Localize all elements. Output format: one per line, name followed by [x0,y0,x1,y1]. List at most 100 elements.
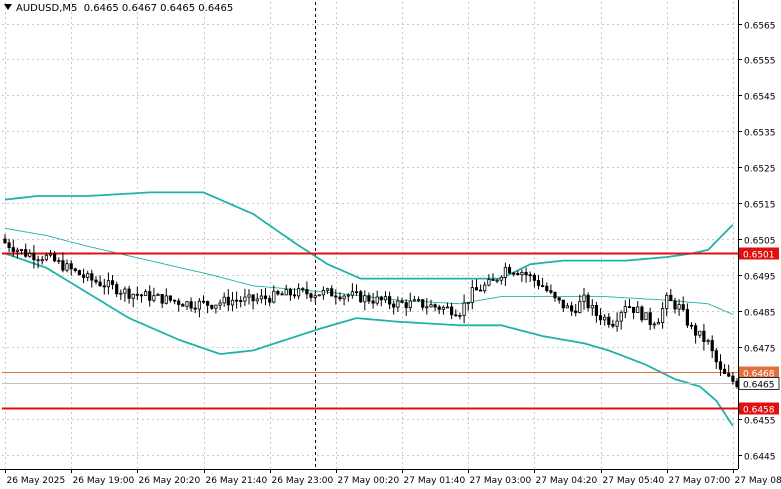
price-axis: 0.6565 0.6555 0.6545 0.6535 0.6525 0.6515 0.65… [738,22,780,463]
candle-body-up [458,314,462,317]
candle [392,300,396,315]
x-tick-label: 27 May 04:20 [536,476,598,486]
candle-body-up [19,249,24,252]
candle-body-down [421,299,425,308]
chart-frame [0,0,739,470]
candle [578,294,582,314]
candle-body-up [396,300,400,308]
candle-body-down [288,289,293,296]
candle [82,268,86,284]
candle [123,286,127,302]
candle-body-up [520,271,524,276]
candle-body-up [57,260,61,263]
candle-body-down [723,368,727,374]
x-tick-label: 27 May 08:20 [735,476,781,486]
candle [735,378,739,389]
time-axis: 26 May 2025 26 May 19:00 26 May 20:20 26 Ma… [5,469,781,486]
x-tick-label: 26 May 2025 [7,476,66,486]
candle [429,299,433,308]
candle-body-down [640,306,644,321]
candle-body-down [536,279,541,286]
candle [727,364,731,378]
candle [135,286,139,301]
candle [524,267,528,283]
y-tick-label: 0.6485 [744,309,776,319]
candle [98,275,102,287]
candle-body-down [115,284,119,295]
y-tick-label: 0.6555 [744,57,776,67]
candle [433,303,437,312]
candle [272,285,276,304]
candle-body-down [507,267,512,274]
candle [222,292,226,307]
candle [565,302,570,309]
candle [214,304,218,314]
candle [603,314,607,326]
candle [594,301,599,323]
y-tick-label: 0.6475 [744,345,776,355]
candle [627,299,632,309]
candle [301,287,305,293]
candle [330,285,334,297]
candle [470,280,474,310]
candle-body-down [305,288,309,295]
candle-body-up [259,295,264,300]
candle [247,289,251,305]
y-tick-label: 0.6565 [744,22,776,32]
candle [474,279,479,291]
candle [152,287,156,303]
candle [276,289,280,296]
candle [69,260,73,276]
candle [383,291,388,303]
candle [313,292,317,302]
candle [263,288,268,306]
candle [574,303,578,317]
candle-body-down [77,270,81,276]
candle-body-down [574,310,578,314]
candle-body-down [735,380,739,387]
candle [181,303,185,307]
candle-body-up [706,340,710,343]
candle-body-up [152,295,156,301]
candle [710,335,714,358]
x-tick-label: 27 May 05:40 [603,476,665,486]
candle-body-up [197,300,201,310]
x-tick-label: 27 May 00:20 [338,476,400,486]
candle [412,295,417,302]
candle [404,299,408,316]
candle-body-up [65,263,69,271]
candle-body-down [7,242,11,249]
candle-body-down [268,298,272,303]
current-price-label: 0.6465 [743,381,775,391]
candle [325,287,330,294]
candle-body-down [181,304,185,307]
candle-body-up [470,287,474,303]
candle-body-down [561,299,565,309]
candle [218,299,222,310]
candle-body-up [247,294,251,298]
candle-body-up [582,294,586,302]
candle-body-down [694,325,698,336]
candle-body-down [392,303,396,308]
candle-body-up [342,295,346,300]
candle [102,278,106,295]
candle-body-up [36,259,40,262]
candle [702,323,706,351]
candle [90,269,94,288]
candle-body-up [119,292,123,295]
candle-body-up [462,302,466,316]
candle [268,295,272,307]
price-chart[interactable]: 0.6565 0.6555 0.6545 0.6535 0.6525 0.6515 0.65… [0,0,781,489]
candle [408,292,412,312]
candle-body-down [90,273,94,281]
grid [2,2,738,469]
candle [354,284,359,296]
candle [28,249,32,258]
candle [24,243,28,258]
candle-body-up [131,293,135,299]
candle-body-down [714,350,718,363]
candle-body-down [586,294,590,309]
candle [449,302,454,319]
candle-body-down [528,274,532,277]
candle-body-up [230,299,235,306]
